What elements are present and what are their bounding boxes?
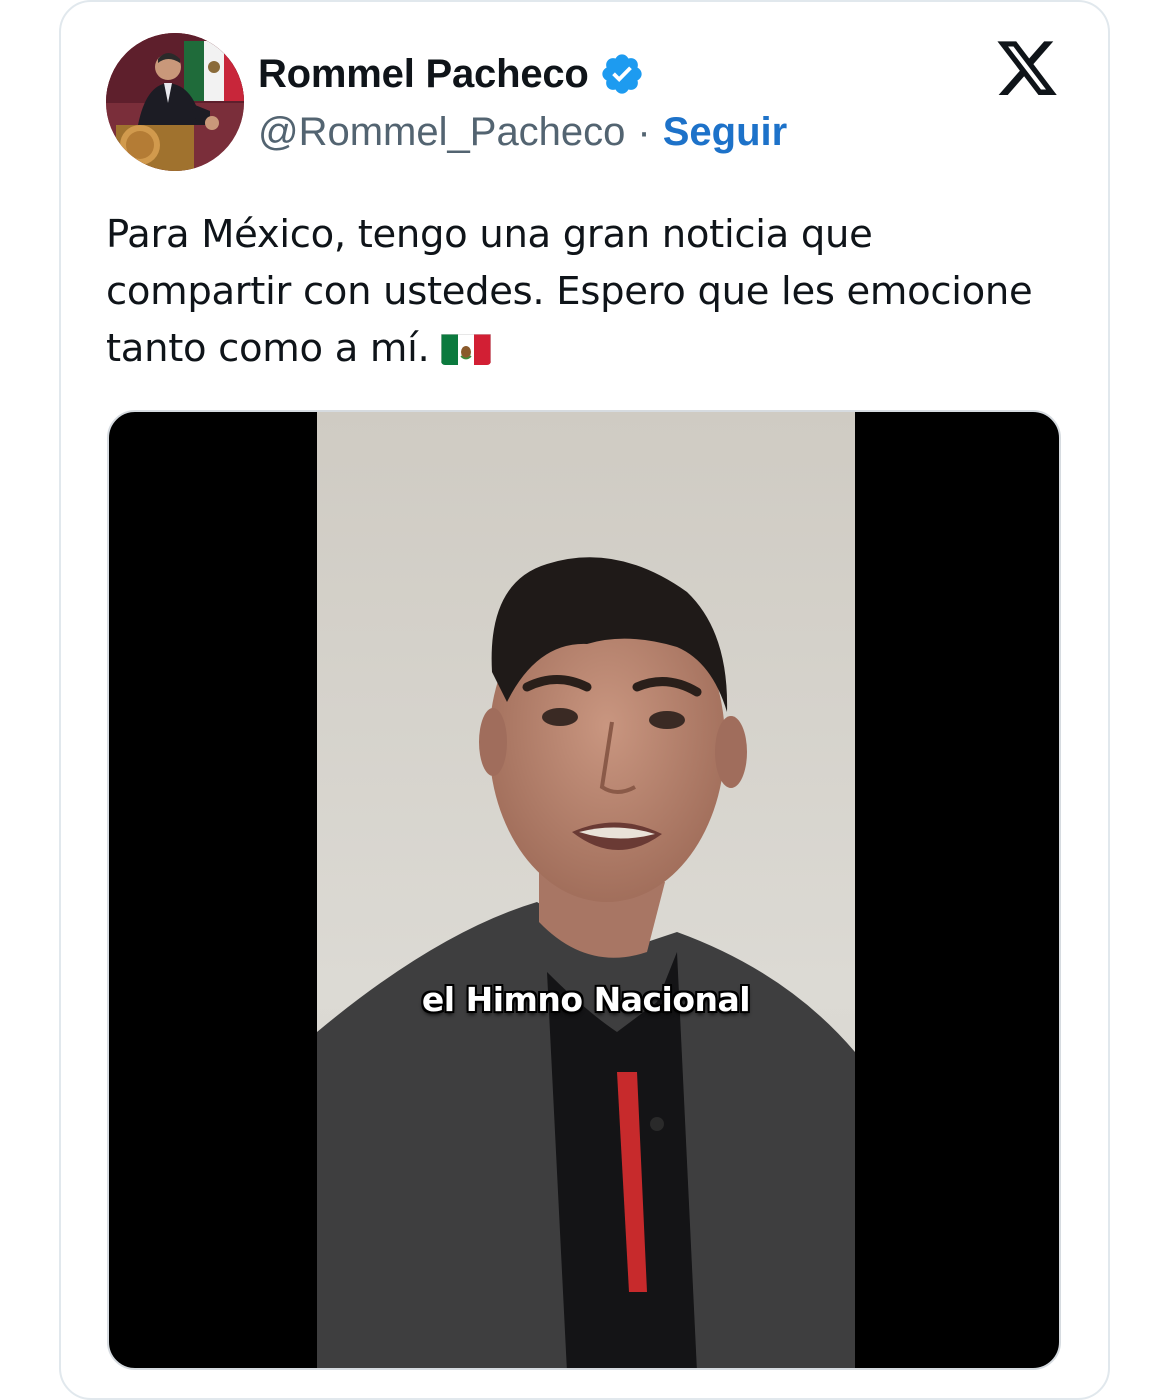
x-logo-icon[interactable] <box>994 38 1060 100</box>
follow-button[interactable]: Seguir <box>663 110 787 155</box>
video-player[interactable]: el Himno Nacional <box>107 410 1061 1370</box>
video-frame: el Himno Nacional <box>317 412 855 1368</box>
video-caption: el Himno Nacional <box>421 980 751 1019</box>
mexico-flag-icon <box>441 329 492 365</box>
author-handle[interactable]: @Rommel_Pacheco <box>258 110 625 155</box>
tweet-body: Para México, tengo una gran noticia que … <box>106 212 1033 371</box>
author-name-row: Rommel Pacheco <box>258 46 645 102</box>
author-display-name[interactable]: Rommel Pacheco <box>258 52 589 97</box>
tweet-text: Para México, tengo una gran noticia que … <box>106 206 1066 377</box>
author-handle-row: @Rommel_Pacheco · Seguir <box>258 104 787 160</box>
separator-dot: · <box>637 109 651 154</box>
author-avatar[interactable] <box>106 33 244 171</box>
verified-badge-icon <box>599 51 645 97</box>
